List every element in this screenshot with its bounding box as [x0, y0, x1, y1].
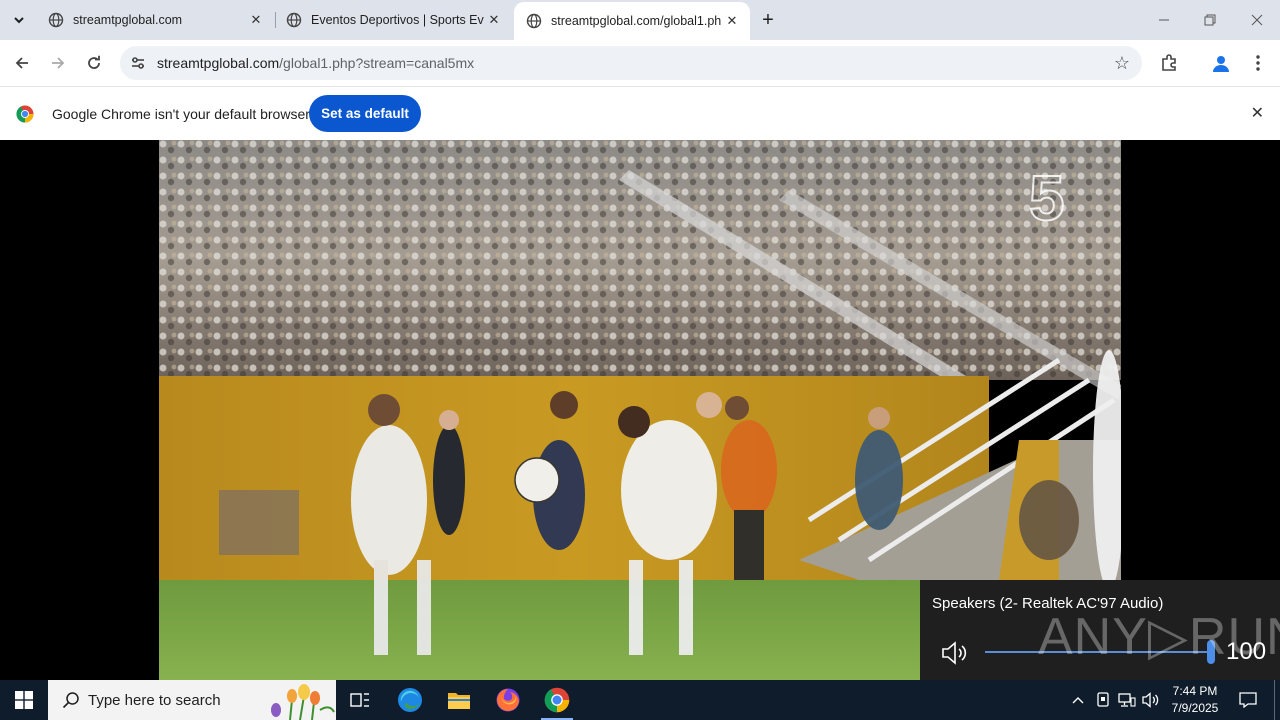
- network-button[interactable]: [1115, 680, 1139, 720]
- url-host: streamtpglobal.com: [157, 55, 280, 71]
- new-tab-button[interactable]: +: [756, 9, 780, 31]
- menu-button[interactable]: [1245, 50, 1271, 76]
- tab-title: streamtpglobal.com: [73, 13, 183, 27]
- speaker-icon[interactable]: [940, 640, 970, 666]
- tab-title: streamtpglobal.com/global1.ph: [551, 14, 722, 28]
- close-window-button[interactable]: [1234, 0, 1280, 40]
- windows-icon: [15, 691, 33, 709]
- taskbar-firefox[interactable]: [484, 680, 532, 720]
- minimize-icon: [1159, 19, 1169, 21]
- tab-strip: streamtpglobal.com ✕ Eventos Deportivos …: [0, 0, 1280, 40]
- volume-tray-button[interactable]: [1140, 680, 1162, 720]
- task-view-button[interactable]: [336, 680, 384, 720]
- tab-3-active[interactable]: streamtpglobal.com/global1.ph ✕: [514, 2, 750, 40]
- tab-1[interactable]: streamtpglobal.com ✕: [36, 0, 274, 40]
- close-icon[interactable]: ✕: [246, 10, 266, 30]
- globe-icon: [286, 12, 302, 28]
- notification-icon: [1239, 692, 1257, 708]
- minimize-button[interactable]: [1141, 0, 1187, 40]
- clock-time: 7:44 PM: [1172, 684, 1218, 698]
- tab-2[interactable]: Eventos Deportivos | Sports Eve ✕: [274, 0, 512, 40]
- taskbar-chrome[interactable]: [533, 680, 581, 720]
- arrow-left-icon: [15, 57, 28, 69]
- plus-icon: +: [762, 8, 774, 31]
- network-icon: [1118, 693, 1136, 707]
- start-button[interactable]: [0, 680, 48, 720]
- speaker-icon: [1142, 692, 1159, 708]
- tab-title: Eventos Deportivos | Sports Eve: [311, 13, 484, 27]
- address-bar[interactable]: streamtpglobal.com/global1.php?stream=ca…: [120, 46, 1142, 80]
- infobar-message: Google Chrome isn't your default browser: [52, 106, 310, 122]
- tray-device-button[interactable]: [1092, 680, 1114, 720]
- tulips-decoration-icon: [271, 684, 335, 720]
- forward-button[interactable]: [44, 49, 72, 77]
- site-info-icon[interactable]: [128, 53, 148, 73]
- search-placeholder: Type here to search: [88, 692, 221, 709]
- clock-date: 7/9/2025: [1171, 701, 1219, 715]
- folder-icon: [448, 693, 470, 709]
- reload-button[interactable]: [80, 49, 108, 77]
- close-icon[interactable]: ✕: [484, 10, 504, 30]
- url-text[interactable]: streamtpglobal.com/global1.php?stream=ca…: [157, 55, 474, 71]
- default-browser-infobar: Google Chrome isn't your default browser…: [0, 86, 1280, 140]
- notifications-button[interactable]: [1234, 680, 1262, 720]
- reload-icon: [88, 55, 100, 69]
- chrome-logo-icon: [16, 105, 34, 123]
- more-vert-icon: [1256, 55, 1260, 71]
- edge-icon: [398, 688, 422, 712]
- set-as-default-button[interactable]: Set as default: [309, 95, 421, 132]
- profile-icon: [1213, 56, 1229, 72]
- chrome-icon: [544, 687, 570, 713]
- back-button[interactable]: [8, 49, 36, 77]
- chevron-down-icon: [14, 17, 24, 24]
- channel-logo: 5: [1029, 162, 1065, 234]
- browser-toolbar: streamtpglobal.com/global1.php?stream=ca…: [0, 40, 1280, 86]
- system-clock[interactable]: 7:44 PM 7/9/2025: [1160, 683, 1230, 717]
- device-icon: [1097, 692, 1109, 707]
- restore-button[interactable]: [1187, 0, 1233, 40]
- url-path: /global1.php?stream=canal5mx: [279, 55, 475, 71]
- search-icon: [62, 692, 79, 709]
- taskbar-file-explorer[interactable]: [435, 680, 483, 720]
- bookmark-star-icon[interactable]: ☆: [1114, 53, 1130, 73]
- show-desktop-button[interactable]: [1274, 680, 1280, 720]
- extensions-button[interactable]: [1156, 50, 1182, 76]
- puzzle-icon: [1162, 54, 1176, 71]
- taskbar-search-box[interactable]: Type here to search: [48, 680, 336, 720]
- arrow-right-icon: [52, 57, 65, 69]
- profile-button[interactable]: [1208, 50, 1234, 76]
- close-icon: [1251, 14, 1263, 26]
- globe-icon: [526, 13, 542, 29]
- show-hidden-icons-button[interactable]: [1066, 680, 1090, 720]
- firefox-icon: [496, 688, 520, 712]
- restore-icon: [1204, 14, 1216, 26]
- close-icon[interactable]: ✕: [722, 11, 742, 31]
- taskbar: Type here to search 7:44 PM 7/9/2025: [0, 680, 1280, 720]
- close-icon[interactable]: ✕: [1251, 103, 1264, 123]
- taskbar-edge[interactable]: [386, 680, 434, 720]
- tab-search-button[interactable]: [6, 7, 32, 33]
- chevron-up-icon: [1072, 697, 1084, 704]
- watermark: ANY▷RUN: [1038, 608, 1280, 666]
- globe-icon: [48, 12, 64, 28]
- task-view-icon: [350, 693, 369, 707]
